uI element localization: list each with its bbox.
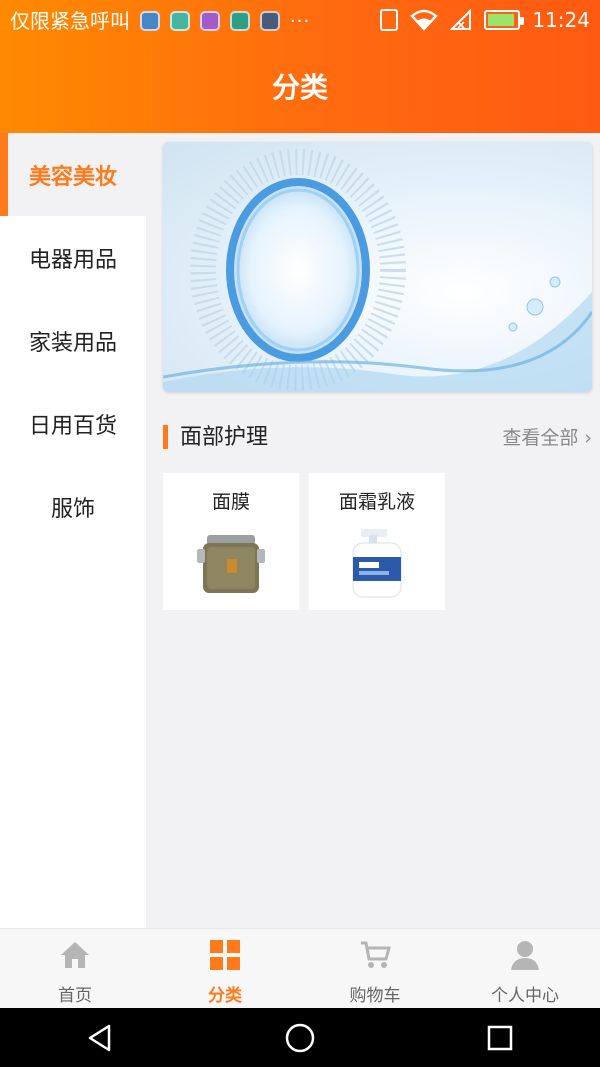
- jar-icon: [197, 535, 265, 593]
- notification-android-icon: [170, 11, 190, 31]
- status-right: 11:24: [380, 8, 590, 32]
- product-grid: 面膜 面霜乳液: [163, 473, 445, 610]
- sidebar-item-beauty[interactable]: 美容美妆: [0, 133, 146, 216]
- status-left: 仅限紧急呼叫 ···: [10, 8, 310, 34]
- tab-category[interactable]: 分类: [150, 929, 300, 1008]
- wifi-icon: [410, 9, 439, 31]
- category-sidebar: 美容美妆 电器用品 家装用品 日用百货 服饰: [0, 133, 146, 928]
- water-ring-illustration: [163, 149, 592, 392]
- signal-icon: [450, 9, 472, 30]
- home-icon: [61, 942, 89, 968]
- notification-shield-icon: [230, 11, 250, 31]
- tab-home-label: 首页: [58, 986, 92, 1006]
- product-card-face-cream[interactable]: 面霜乳液: [309, 473, 445, 610]
- more-notifications-icon: ···: [290, 10, 311, 32]
- tab-cart[interactable]: 购物车: [300, 929, 450, 1008]
- battery-icon: [484, 10, 525, 30]
- view-all-label: 查看全部: [502, 427, 579, 449]
- tab-profile[interactable]: 个人中心: [450, 929, 600, 1008]
- user-icon: [511, 941, 539, 970]
- back-button[interactable]: [80, 1018, 120, 1058]
- chevron-right-icon: ›: [584, 427, 592, 449]
- category-banner[interactable]: [163, 142, 592, 392]
- tab-category-label: 分类: [208, 986, 242, 1006]
- page-title: 分类: [271, 71, 328, 104]
- tab-home[interactable]: 首页: [0, 929, 150, 1008]
- product-name: 面膜: [211, 491, 250, 513]
- section-header: 面部护理 查看全部 ›: [163, 420, 592, 456]
- sidebar-item-home-decor[interactable]: 家装用品: [0, 299, 146, 382]
- home-circle-icon: [285, 1023, 315, 1052]
- app-header: 仅限紧急呼叫 ··· 11:24 分类: [0, 0, 600, 133]
- product-card-mask[interactable]: 面膜: [163, 473, 299, 610]
- notification-gallery-icon: [200, 11, 220, 31]
- vibrate-icon: [380, 9, 399, 31]
- tab-cart-label: 购物车: [349, 986, 401, 1006]
- notification-heart-icon: [260, 11, 280, 31]
- notification-app-icon: [140, 11, 160, 31]
- product-name: 面霜乳液: [338, 491, 415, 513]
- section-accent-bar: [163, 425, 168, 449]
- status-bar: 仅限紧急呼叫 ··· 11:24: [0, 0, 600, 42]
- section-title: 面部护理: [180, 425, 269, 450]
- cream-pump-bottle-icon: [352, 529, 402, 598]
- clock: 11:24: [532, 8, 590, 32]
- system-nav-bar: [0, 1008, 600, 1067]
- view-all-link[interactable]: 查看全部 ›: [502, 420, 592, 456]
- sidebar-item-apparel[interactable]: 服饰: [0, 465, 146, 548]
- recents-square-icon: [487, 1025, 513, 1050]
- tab-profile-label: 个人中心: [491, 986, 559, 1006]
- carrier-text: 仅限紧急呼叫: [10, 9, 130, 33]
- cart-icon: [361, 941, 391, 968]
- bottom-tab-bar: 首页 分类 购物车 个人中心: [0, 928, 600, 1008]
- recents-button[interactable]: [480, 1018, 520, 1058]
- sidebar-item-daily-goods[interactable]: 日用百货: [0, 382, 146, 465]
- sidebar-item-appliances[interactable]: 电器用品: [0, 216, 146, 299]
- home-button[interactable]: [280, 1018, 320, 1058]
- grid-icon: [210, 940, 240, 970]
- back-triangle-icon: [88, 1024, 111, 1051]
